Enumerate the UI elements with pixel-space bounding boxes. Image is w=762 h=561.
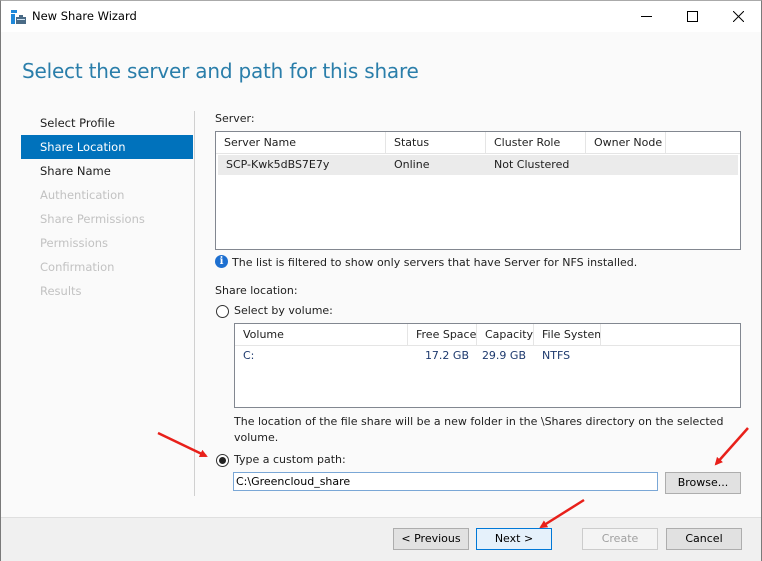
nav-step-confirmation: Confirmation <box>40 260 115 274</box>
maximize-icon <box>686 11 698 22</box>
previous-button[interactable]: < Previous <box>393 528 469 550</box>
wizard-window: New Share Wizard Select the server and p… <box>0 0 762 561</box>
nav-step-results: Results <box>40 284 82 298</box>
info-icon: i <box>215 255 228 268</box>
window-title: New Share Wizard <box>32 9 137 23</box>
volume-free-space-cell: 17.2 GB <box>424 349 469 362</box>
server-row[interactable]: SCP-Kwk5dBS7E7y Online Not Clustered <box>218 155 738 175</box>
server-name-cell: SCP-Kwk5dBS7E7y <box>226 158 330 171</box>
close-button[interactable] <box>715 1 761 32</box>
select-by-volume-label[interactable]: Select by volume: <box>234 304 333 317</box>
volume-row[interactable]: C: 17.2 GB 29.9 GB NTFS <box>235 346 740 366</box>
column-header-volume[interactable]: Volume <box>235 324 408 345</box>
wizard-steps-nav: Select Profile Share Location Share Name… <box>21 111 193 303</box>
page-heading: Select the server and path for this shar… <box>22 59 419 83</box>
custom-path-input[interactable]: C:\Greencloud_share <box>233 472 658 491</box>
volume-name-cell: C: <box>243 349 255 362</box>
column-header-owner-node[interactable]: Owner Node <box>586 132 666 153</box>
volume-location-note: The location of the file share will be a… <box>234 415 724 444</box>
volume-file-system-cell: NTFS <box>542 349 571 362</box>
column-header-status[interactable]: Status <box>386 132 486 153</box>
close-icon <box>732 11 744 22</box>
nav-step-share-location[interactable]: Share Location <box>21 135 193 159</box>
share-location-label: Share location: <box>215 284 298 297</box>
server-filter-info-text: The list is filtered to show only server… <box>232 256 638 269</box>
volume-capacity-cell: 29.9 GB <box>481 349 526 362</box>
server-owner-node-cell <box>586 155 666 175</box>
server-cluster-role-cell: Not Clustered <box>494 158 570 171</box>
nav-step-share-permissions: Share Permissions <box>40 212 145 226</box>
server-list-header: Server Name Status Cluster Role Owner No… <box>216 132 740 154</box>
server-list[interactable]: Server Name Status Cluster Role Owner No… <box>215 131 741 250</box>
custom-path-label[interactable]: Type a custom path: <box>234 453 346 466</box>
column-header-free-space[interactable]: Free Space <box>408 324 477 345</box>
nav-divider <box>194 111 195 496</box>
create-button: Create <box>582 528 658 550</box>
nav-step-authentication: Authentication <box>40 188 125 202</box>
server-status-cell: Online <box>394 158 430 171</box>
next-button[interactable]: Next > <box>476 528 552 550</box>
column-header-server-name[interactable]: Server Name <box>216 132 386 153</box>
cancel-button[interactable]: Cancel <box>666 528 742 550</box>
volume-list[interactable]: Volume Free Space Capacity File System C… <box>234 323 741 408</box>
minimize-button[interactable] <box>623 1 669 32</box>
column-header-cluster-role[interactable]: Cluster Role <box>486 132 586 153</box>
server-label: Server: <box>215 112 255 125</box>
column-header-file-system[interactable]: File System <box>534 324 601 345</box>
share-wizard-app-icon <box>11 10 27 24</box>
custom-path-radio[interactable] <box>216 454 229 467</box>
maximize-button[interactable] <box>669 1 715 32</box>
nav-step-permissions: Permissions <box>40 236 109 250</box>
nav-step-select-profile[interactable]: Select Profile <box>21 111 193 135</box>
column-header-capacity[interactable]: Capacity <box>477 324 534 345</box>
volume-list-header: Volume Free Space Capacity File System <box>235 324 740 346</box>
title-bar: New Share Wizard <box>1 1 761 32</box>
nav-step-share-name[interactable]: Share Name <box>21 159 193 183</box>
select-by-volume-radio[interactable] <box>216 305 229 318</box>
browse-button[interactable]: Browse... <box>665 472 741 494</box>
minimize-icon <box>640 16 652 17</box>
